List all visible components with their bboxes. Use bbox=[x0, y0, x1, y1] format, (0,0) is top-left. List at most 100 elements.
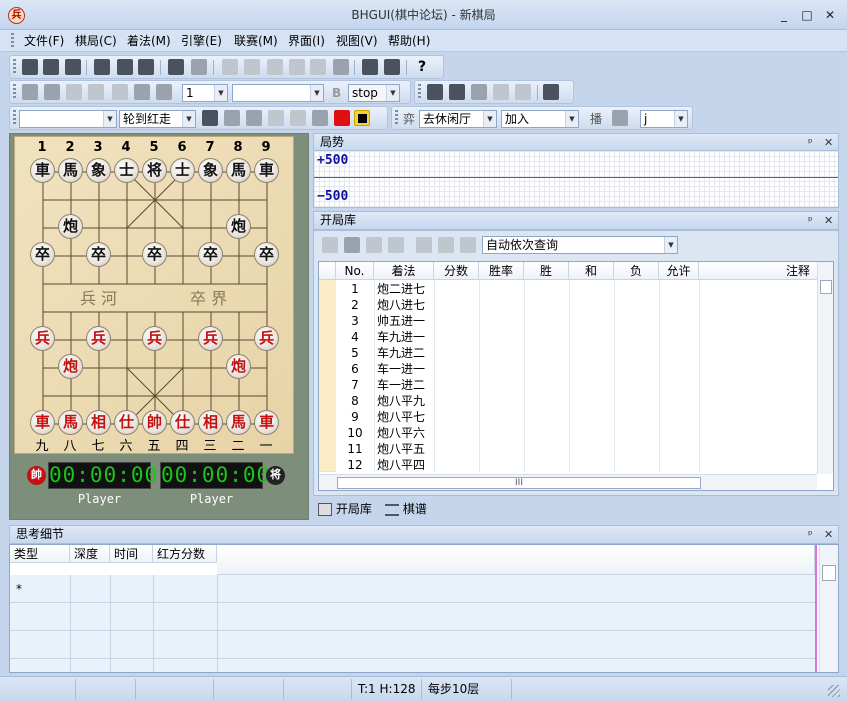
red-chariot[interactable]: 車 bbox=[30, 410, 55, 435]
black-soldier[interactable]: 卒 bbox=[254, 242, 279, 267]
teapot-icon[interactable] bbox=[246, 110, 262, 126]
pin-icon[interactable]: ᵖ bbox=[808, 526, 813, 543]
column-header[interactable]: 注释 bbox=[699, 262, 819, 280]
black-cannon[interactable]: 炮 bbox=[226, 214, 251, 239]
target-icon[interactable] bbox=[156, 84, 172, 100]
refresh-icon[interactable] bbox=[515, 84, 531, 100]
hint-icon[interactable] bbox=[112, 84, 128, 100]
turn-select[interactable]: 轮到红走 ▼ bbox=[119, 110, 196, 128]
grid-icon[interactable] bbox=[427, 84, 443, 100]
query-mode-select[interactable]: 自动依次查询 ▼ bbox=[482, 236, 678, 254]
menu-move[interactable]: 着法(M) bbox=[127, 30, 171, 52]
paste-icon[interactable] bbox=[191, 59, 207, 75]
lounge-select[interactable]: 去休闲厅 ▼ bbox=[419, 110, 497, 128]
red-elephant[interactable]: 相 bbox=[86, 410, 111, 435]
black-advisor[interactable]: 士 bbox=[114, 158, 139, 183]
bold-button[interactable]: B bbox=[332, 84, 341, 102]
chevron-down-icon[interactable]: ▼ bbox=[310, 85, 323, 101]
minimize-icon[interactable]: _ bbox=[774, 6, 794, 24]
book-merge-icon[interactable] bbox=[438, 237, 454, 253]
maximize-icon[interactable]: □ bbox=[797, 6, 817, 24]
opponent-select[interactable]: ▼ bbox=[19, 110, 117, 128]
computer-black-icon[interactable] bbox=[88, 84, 104, 100]
last-move-icon[interactable] bbox=[289, 59, 305, 75]
think-vertical-scrollbar[interactable] bbox=[819, 545, 838, 672]
print-icon[interactable] bbox=[362, 59, 378, 75]
black-elephant[interactable]: 象 bbox=[198, 158, 223, 183]
app-icon[interactable]: 兵 bbox=[8, 7, 25, 24]
monitor-icon[interactable] bbox=[202, 110, 218, 126]
close-icon[interactable]: ✕ bbox=[820, 6, 840, 24]
scroll-thumb[interactable] bbox=[822, 565, 836, 581]
next-move-icon[interactable] bbox=[267, 59, 283, 75]
tab-opening-book[interactable]: 开局库 bbox=[318, 499, 372, 519]
gray-square-icon[interactable] bbox=[312, 110, 328, 126]
close-icon[interactable]: ✕ bbox=[824, 212, 833, 229]
chevron-down-icon[interactable]: ▼ bbox=[214, 85, 227, 101]
menu-file[interactable]: 文件(F) bbox=[24, 30, 64, 52]
book-edit-icon[interactable] bbox=[388, 237, 404, 253]
black-soldier[interactable]: 卒 bbox=[142, 242, 167, 267]
tab-notation[interactable]: 棋谱 bbox=[385, 499, 427, 519]
black-soldier[interactable]: 卒 bbox=[86, 242, 111, 267]
column-header[interactable]: No. bbox=[336, 262, 374, 280]
toolbar-grip[interactable] bbox=[13, 84, 16, 100]
copy-icon[interactable] bbox=[168, 59, 184, 75]
open-icon[interactable] bbox=[43, 59, 59, 75]
edit-board-icon[interactable] bbox=[117, 59, 133, 75]
column-header[interactable]: 允许 bbox=[659, 262, 699, 280]
delete-move-icon[interactable] bbox=[333, 59, 349, 75]
resize-grip-icon[interactable] bbox=[828, 685, 840, 697]
column-header[interactable]: 分数 bbox=[434, 262, 479, 280]
column-header[interactable]: 红方分数 bbox=[153, 545, 217, 563]
chevron-down-icon[interactable]: ▼ bbox=[674, 111, 687, 127]
table-row[interactable] bbox=[10, 603, 815, 631]
column-header[interactable]: 负 bbox=[614, 262, 659, 280]
connect-icon[interactable] bbox=[224, 110, 240, 126]
black-soldier[interactable]: 卒 bbox=[30, 242, 55, 267]
black-advisor[interactable]: 士 bbox=[170, 158, 195, 183]
column-header[interactable]: 类型 bbox=[10, 545, 70, 563]
pin-icon[interactable]: ᵖ bbox=[808, 134, 813, 151]
table-row[interactable] bbox=[10, 631, 815, 659]
menu-view[interactable]: 视图(V) bbox=[336, 30, 378, 52]
column-header[interactable]: 时间 bbox=[110, 545, 153, 563]
menu-game[interactable]: 棋局(C) bbox=[75, 30, 117, 52]
red-cannon[interactable]: 炮 bbox=[226, 354, 251, 379]
window-icon[interactable] bbox=[384, 59, 400, 75]
stop-select[interactable]: stop ▼ bbox=[348, 84, 400, 102]
black-elephant[interactable]: 象 bbox=[86, 158, 111, 183]
toolbar-grip[interactable] bbox=[418, 84, 421, 100]
red-cannon[interactable]: 炮 bbox=[58, 354, 83, 379]
pin-icon[interactable]: ᵖ bbox=[808, 212, 813, 229]
red-square-icon[interactable] bbox=[334, 110, 350, 126]
table-row[interactable] bbox=[10, 659, 815, 672]
black-soldier[interactable]: 卒 bbox=[198, 242, 223, 267]
board-icon[interactable] bbox=[94, 59, 110, 75]
red-general[interactable]: 帥 bbox=[142, 410, 167, 435]
tiles-icon[interactable] bbox=[449, 84, 465, 100]
black-horse[interactable]: 馬 bbox=[226, 158, 251, 183]
column-header[interactable]: 胜 bbox=[524, 262, 569, 280]
j-select[interactable]: j ▼ bbox=[640, 110, 688, 128]
flip-icon[interactable] bbox=[138, 59, 154, 75]
xiangqi-board[interactable]: 兵 河 卒 界 bbox=[14, 136, 294, 454]
prev-move-icon[interactable] bbox=[244, 59, 260, 75]
save-icon[interactable] bbox=[65, 59, 81, 75]
lightning-icon[interactable] bbox=[322, 237, 338, 253]
red-horse[interactable]: 馬 bbox=[58, 410, 83, 435]
rewind-icon[interactable] bbox=[493, 84, 509, 100]
red-soldier[interactable]: 兵 bbox=[254, 326, 279, 351]
column-header[interactable]: 胜率 bbox=[479, 262, 524, 280]
book-horizontal-scrollbar[interactable]: III bbox=[319, 474, 817, 490]
broadcast-button[interactable]: 播 bbox=[590, 110, 602, 128]
close-icon[interactable]: ✕ bbox=[824, 526, 833, 543]
chevron-down-icon[interactable]: ▼ bbox=[483, 111, 496, 127]
join-select[interactable]: 加入 ▼ bbox=[501, 110, 579, 128]
scroll-thumb[interactable] bbox=[820, 280, 832, 294]
red-elephant[interactable]: 相 bbox=[198, 410, 223, 435]
lock-icon[interactable] bbox=[366, 237, 382, 253]
black-general[interactable]: 将 bbox=[142, 158, 167, 183]
menu-interface[interactable]: 界面(I) bbox=[288, 30, 325, 52]
menu-engine[interactable]: 引擎(E) bbox=[181, 30, 222, 52]
